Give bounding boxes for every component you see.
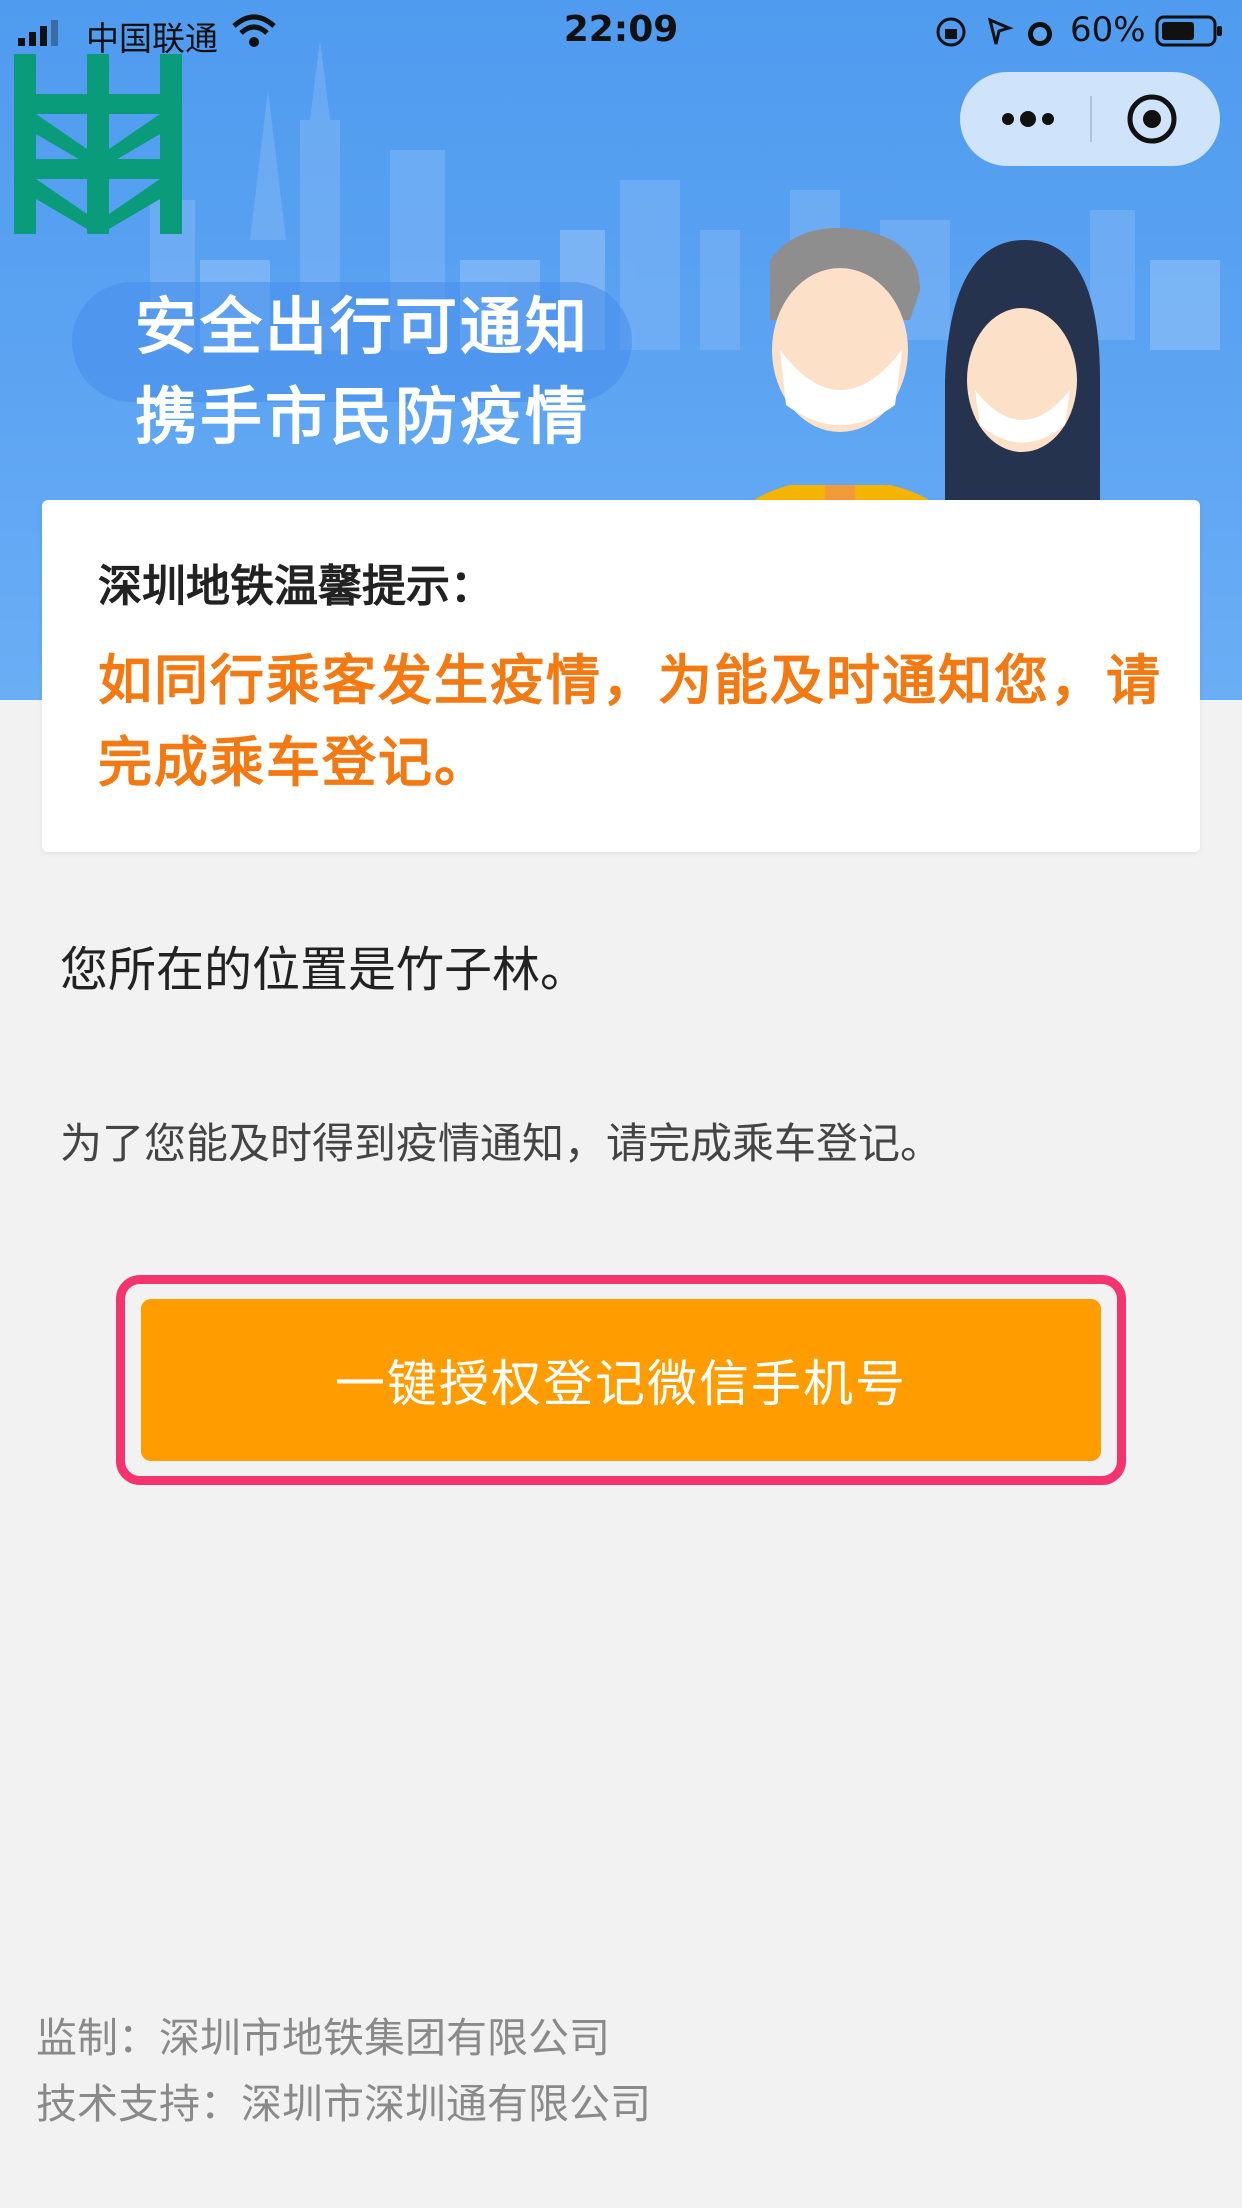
registration-notice: 为了您能及时得到疫情通知，请完成乘车登记。 (60, 1119, 943, 1168)
status-bar: 中国联通 22:09 60% (0, 0, 1242, 64)
shenzhen-metro-logo (14, 54, 182, 234)
status-icons (936, 17, 1052, 47)
footer-supervisor: 监制：深圳市地铁集团有限公司 (36, 2014, 610, 2062)
tip-body-line-1: 如同行乘客发生疫情，为能及时通知您，请 (98, 649, 1162, 712)
more-dots-icon[interactable] (998, 94, 1058, 144)
target-close-icon[interactable] (1122, 94, 1182, 144)
footer: 监制：深圳市地铁集团有限公司 技术支持：深圳市深圳通有限公司 (36, 2005, 651, 2137)
tip-title: 深圳地铁温馨提示： (98, 561, 494, 612)
battery-percentage: 60% (1070, 10, 1146, 50)
battery-icon (1155, 15, 1222, 47)
tip-card: 深圳地铁温馨提示： 如同行乘客发生疫情，为能及时通知您，请 完成乘车登记。 (42, 500, 1200, 852)
slogan-line-2: 携手市民防疫情 (135, 380, 591, 453)
footer-tech-support: 技术支持：深圳市深圳通有限公司 (36, 2080, 651, 2128)
location-text: 您所在的位置是竹子林。 (60, 942, 589, 998)
capsule-divider (1090, 96, 1092, 142)
mini-program-capsule (960, 72, 1220, 166)
slogan-line-1: 安全出行可通知 (135, 290, 591, 363)
slogan: 安全出行可通知 携手市民防疫情 (135, 282, 590, 462)
tip-body: 如同行乘客发生疫情，为能及时通知您，请 完成乘车登记。 (98, 640, 1218, 804)
tip-body-line-2: 完成乘车登记。 (98, 731, 490, 794)
authorize-register-button[interactable]: 一键授权登记微信手机号 (141, 1299, 1101, 1461)
